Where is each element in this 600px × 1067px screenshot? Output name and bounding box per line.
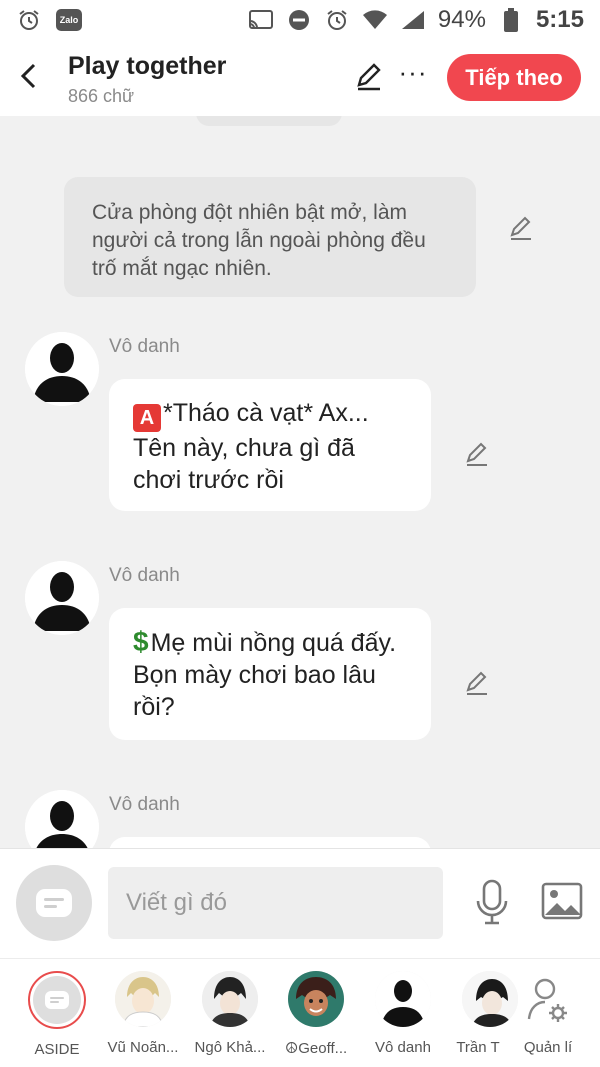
message-bubble[interactable]: A *Tháo cà vạt* Ax... Tên này, chưa gì đã… (109, 379, 431, 511)
character-avatar (115, 971, 171, 1027)
narration-bubble[interactable]: Cửa phòng đột nhiên bật mở, làm người cả… (64, 177, 476, 297)
red-a-emoji: A (133, 404, 161, 432)
clock: 5:15 (535, 6, 584, 33)
alarm-icon (324, 7, 350, 33)
status-bar: Zalo 94% 5:15 (0, 0, 600, 40)
cast-icon (248, 7, 274, 33)
speaker-name: Vô danh (109, 336, 180, 357)
character-avatar (288, 971, 344, 1027)
more-button[interactable]: ··· (398, 59, 428, 92)
alarm-icon (16, 7, 42, 33)
character-avatar (202, 971, 258, 1027)
character-label: ASIDE (34, 1041, 80, 1058)
signal-icon (400, 7, 426, 33)
zalo-icon: Zalo (56, 9, 82, 31)
message-text: *Tháo cà vạt* Ax... Tên này, chưa gì đã … (133, 399, 369, 494)
microphone-icon[interactable] (474, 879, 510, 925)
edit-title-button[interactable] (354, 62, 384, 92)
chat-area[interactable]: Cửa phòng đột nhiên bật mở, làm người cả… (0, 116, 600, 848)
word-count: 866 chữ (68, 86, 135, 106)
speaker-name: Vô danh (109, 794, 180, 815)
story-header: Play together 866 chữ ··· Tiếp theo (0, 40, 600, 116)
character-item[interactable]: Vô danh (360, 971, 446, 1056)
character-label: Vũ Noãn... (107, 1039, 179, 1056)
back-button[interactable] (14, 58, 42, 94)
pencil-icon[interactable] (464, 671, 490, 697)
message-text: Mẹ mùi nồng quá đấy. Bọn mày chơi bao lâ… (133, 629, 397, 721)
dollar-emoji: $ (133, 626, 149, 657)
input-bar: Viết gì đó (0, 848, 600, 958)
character-aside[interactable]: ASIDE (14, 971, 100, 1058)
page-title: Play together (68, 52, 227, 80)
avatar[interactable] (25, 332, 99, 406)
aside-toggle-button[interactable] (16, 865, 92, 941)
character-item[interactable]: ☮Geoff... (273, 971, 359, 1057)
character-label: Ngô Khả... (194, 1039, 266, 1056)
avatar[interactable] (25, 790, 99, 848)
pencil-icon (357, 63, 381, 91)
image-icon[interactable] (541, 881, 583, 921)
chat-bubble-icon (45, 991, 69, 1009)
character-label: Quản lí (523, 1039, 573, 1056)
chat-bubble-icon (36, 889, 72, 917)
character-item[interactable]: Ngô Khả... (187, 971, 273, 1056)
speaker-name: Vô danh (109, 565, 180, 586)
character-label: ☮Geoff... (284, 1040, 348, 1057)
wifi-icon (362, 7, 388, 33)
next-button[interactable]: Tiếp theo (447, 54, 581, 101)
pencil-icon[interactable] (508, 216, 534, 242)
character-item[interactable]: Vũ Noãn... (100, 971, 186, 1056)
aside-avatar (28, 971, 86, 1029)
pencil-icon[interactable] (464, 442, 490, 468)
character-strip: ASIDE Vũ Noãn... Ngô Khả... ☮Geoff... Vô… (0, 958, 600, 1067)
character-label: Trần T (456, 1039, 500, 1056)
character-label: Vô danh (375, 1039, 431, 1056)
dnd-icon (286, 7, 312, 33)
character-avatar (375, 971, 431, 1027)
avatar[interactable] (25, 561, 99, 635)
chevron-left-icon (20, 63, 36, 89)
character-manage-button[interactable]: Quản lí (508, 971, 588, 1056)
manage-characters-icon (520, 971, 576, 1027)
message-bubble[interactable] (109, 837, 431, 848)
message-input[interactable]: Viết gì đó (108, 867, 443, 939)
battery-percent: 94% (437, 6, 486, 33)
previous-bubble (196, 116, 342, 126)
battery-icon (498, 7, 524, 33)
message-bubble[interactable]: $Mẹ mùi nồng quá đấy. Bọn mày chơi bao l… (109, 608, 431, 740)
character-item[interactable]: Trần T (448, 971, 518, 1056)
